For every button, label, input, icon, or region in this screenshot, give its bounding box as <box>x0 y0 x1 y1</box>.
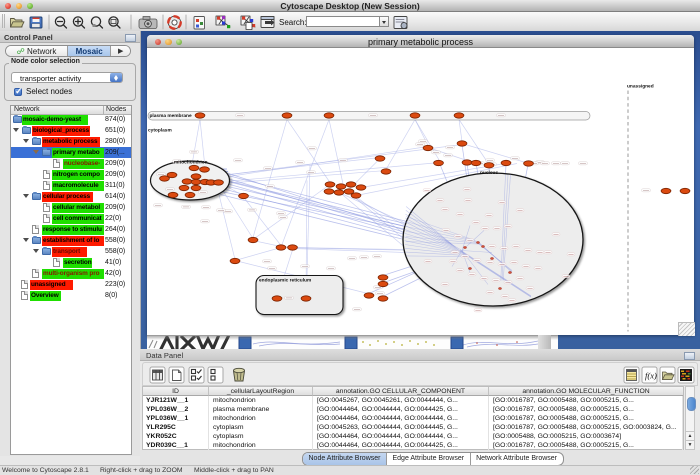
svg-text:unassigned: unassigned <box>627 83 654 89</box>
svg-text:mitochondrion: mitochondrion <box>174 159 208 165</box>
svg-text:nucleus: nucleus <box>480 170 498 176</box>
svg-text:f(x): f(x) <box>645 371 657 381</box>
svg-text:endoplasmic reticulum: endoplasmic reticulum <box>259 277 311 283</box>
svg-text:plasma membrane: plasma membrane <box>150 113 192 119</box>
svg-text:cytoplasm: cytoplasm <box>148 127 172 133</box>
